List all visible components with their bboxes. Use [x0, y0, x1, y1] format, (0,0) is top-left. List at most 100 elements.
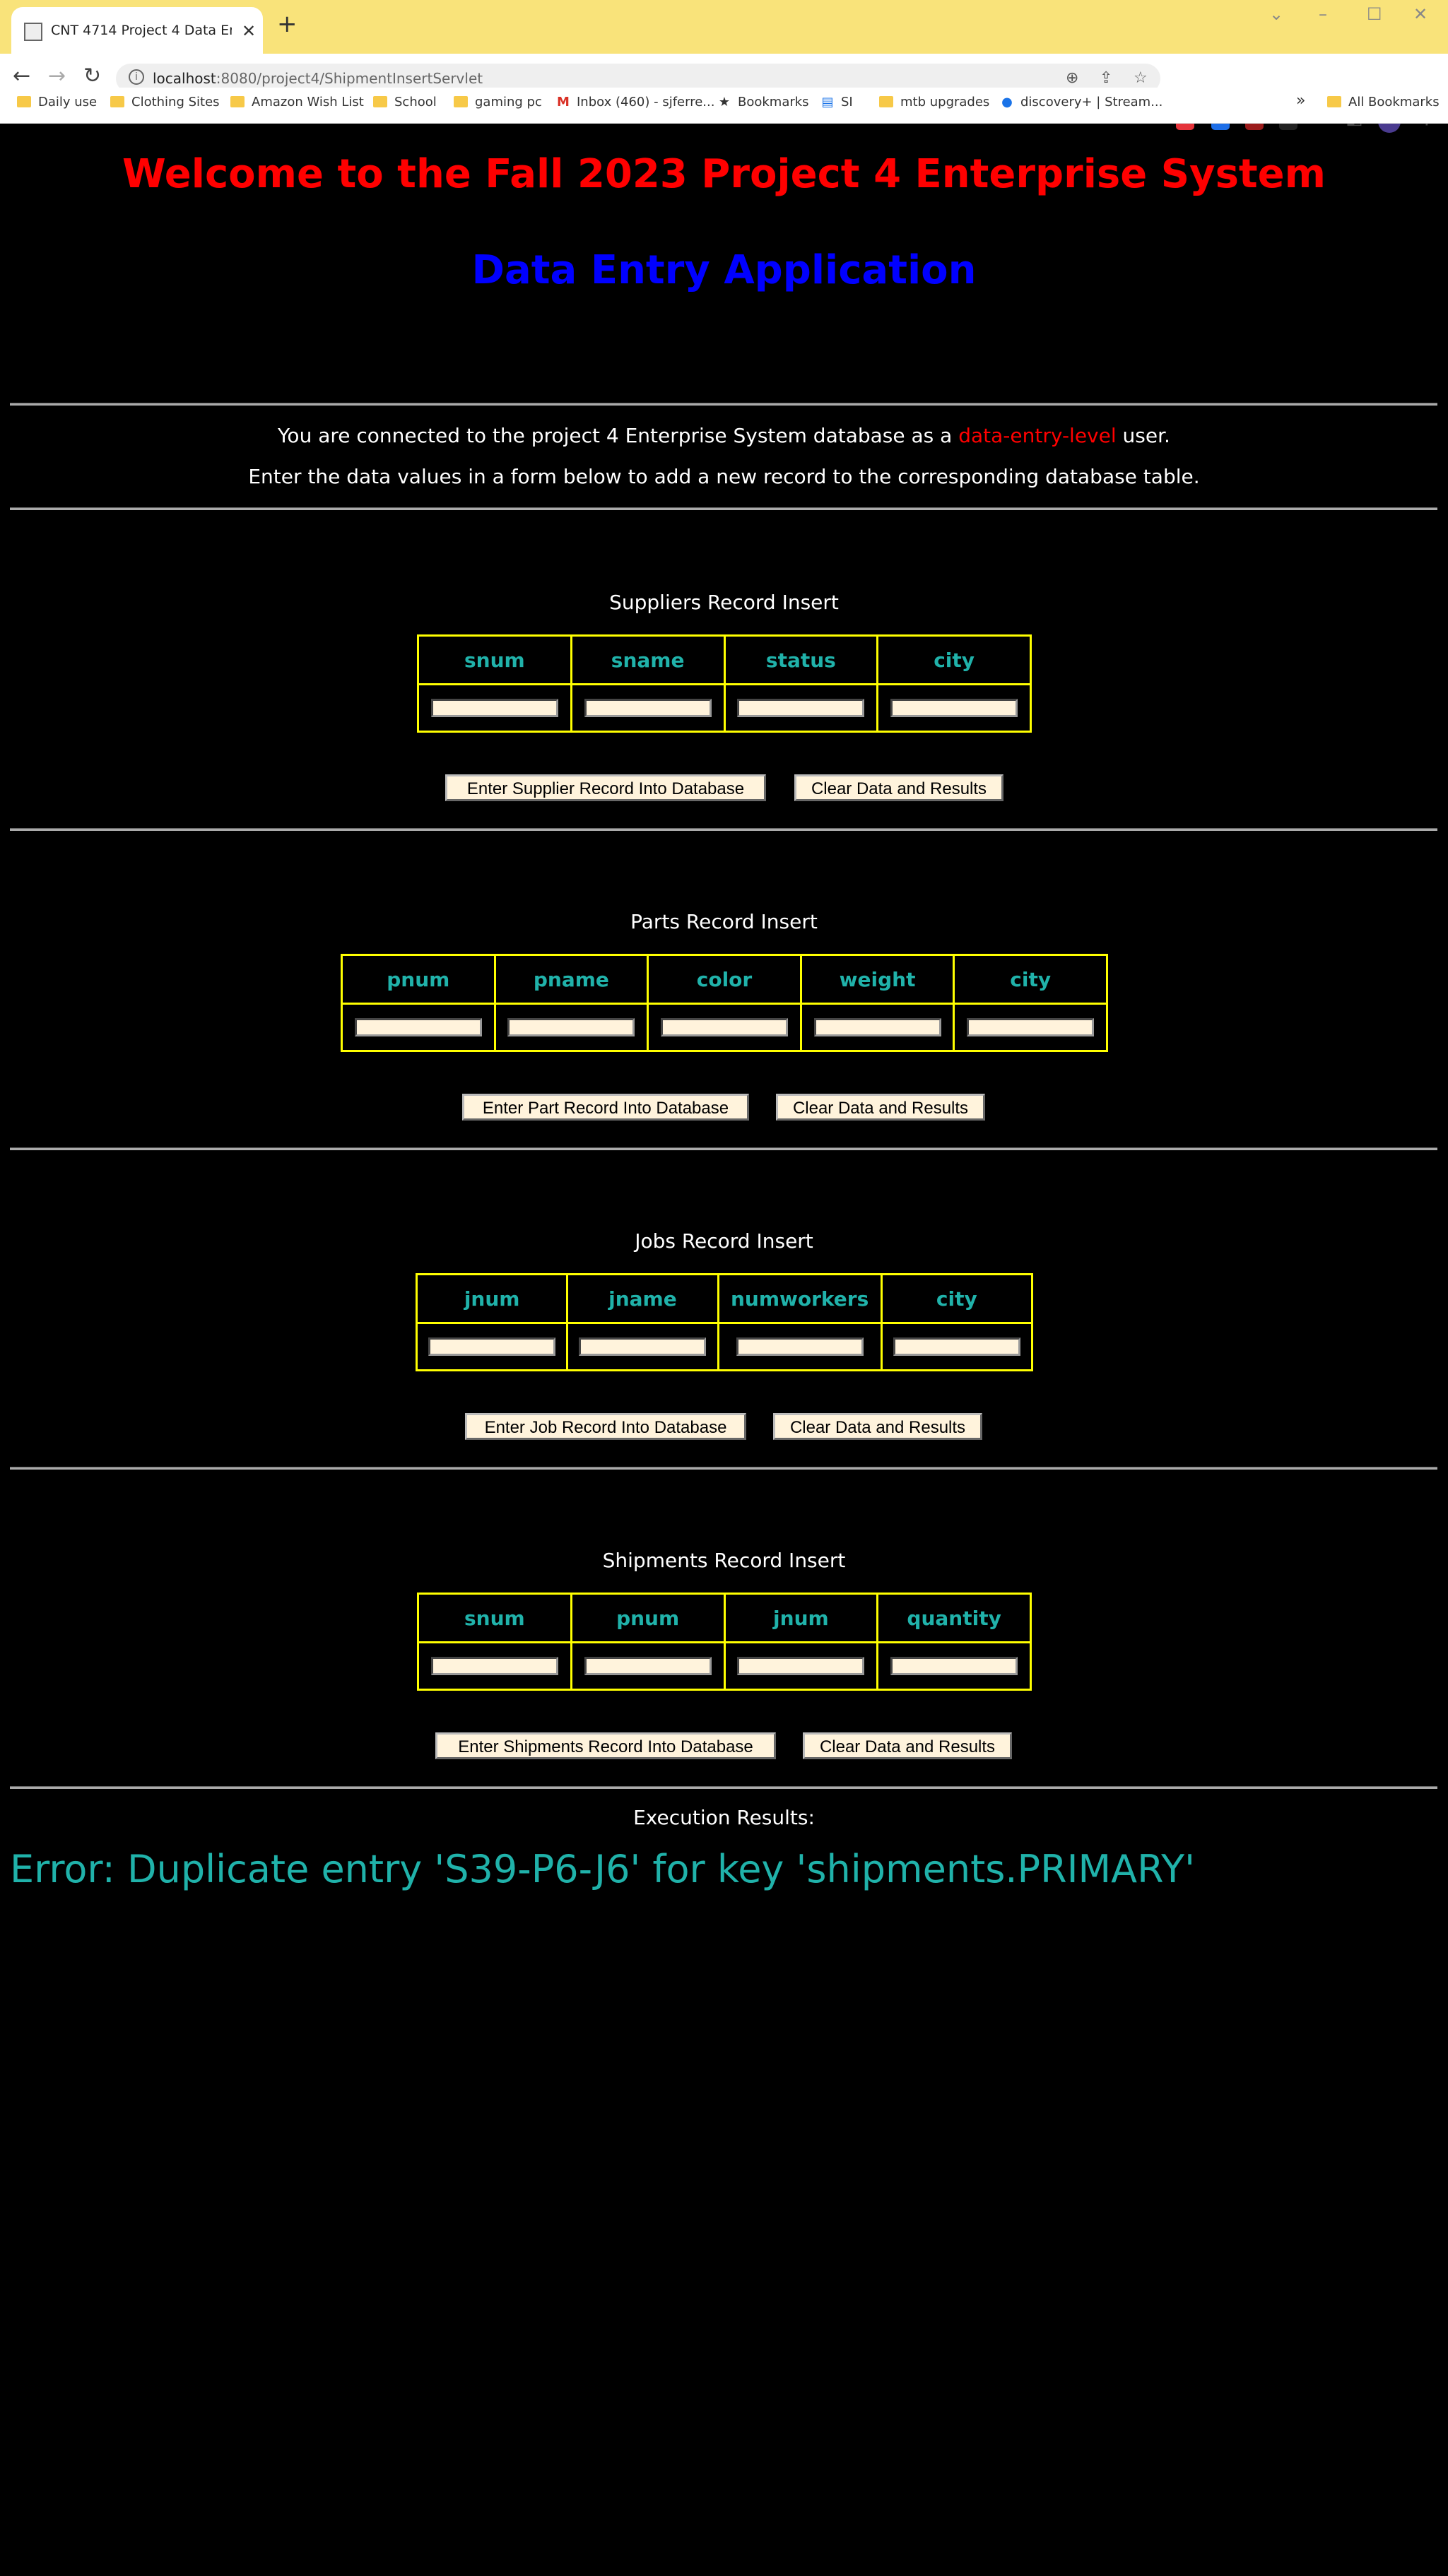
instructions: Enter the data values in a form below to… — [248, 465, 1200, 488]
site-info-icon[interactable]: i — [129, 69, 144, 85]
bookmark-label: All Bookmarks — [1348, 95, 1440, 110]
column-header-status: status — [723, 634, 879, 685]
part-pname-input[interactable] — [507, 1018, 635, 1036]
bookmark-label: School — [394, 95, 437, 110]
bookmark-star-icon[interactable]: ☆ — [1134, 69, 1148, 87]
reload-icon[interactable]: ↻ — [83, 64, 101, 88]
column-header-color: color — [647, 954, 802, 1005]
column-header-snum: snum — [417, 634, 572, 685]
column-header-city: city — [880, 1273, 1034, 1324]
tab-search-chevron-icon[interactable]: ⌄ — [1269, 4, 1283, 24]
input-cell — [647, 1003, 802, 1052]
divider — [10, 1147, 1437, 1150]
input-cell — [415, 1322, 569, 1371]
bookmark-label: Amazon Wish List — [252, 95, 364, 110]
connection-text: You are connected to the project 4 Enter… — [278, 424, 959, 447]
url-path: :8080/project4/ShipmentInsertServlet — [216, 70, 483, 87]
back-icon[interactable]: ← — [13, 64, 30, 88]
jobs-form-table: jnum jname numworkers city — [415, 1273, 1034, 1371]
column-header-pname: pname — [493, 954, 649, 1005]
shipment-snum-input[interactable] — [430, 1657, 558, 1675]
input-cell — [723, 683, 879, 733]
clear-jobs-button[interactable]: Clear Data and Results — [773, 1413, 982, 1440]
bookmark-label: Daily use — [38, 95, 98, 110]
url-text: localhost:8080/project4/ShipmentInsertSe… — [153, 70, 483, 87]
job-numworkers-input[interactable] — [736, 1337, 864, 1356]
page-content: Welcome to the Fall 2023 Project 4 Enter… — [0, 123, 1448, 2576]
connection-suffix: user. — [1116, 424, 1170, 447]
new-tab-button[interactable]: + — [277, 10, 298, 38]
bookmark-label: gaming pc — [475, 95, 542, 110]
bookmark-mtb-upgrades[interactable]: mtb upgrades — [879, 95, 989, 110]
input-cell — [341, 1003, 496, 1052]
zoom-icon[interactable]: ⊕ — [1066, 69, 1078, 87]
minimize-icon[interactable]: – — [1319, 4, 1327, 24]
column-header-jnum: jnum — [723, 1593, 879, 1643]
supplier-sname-input[interactable] — [584, 699, 712, 717]
job-jnum-input[interactable] — [428, 1337, 556, 1356]
bookmark-bookmarks[interactable]: ★ Bookmarks — [717, 95, 809, 110]
bookmark-school[interactable]: School — [373, 95, 437, 110]
column-header-pnum: pnum — [570, 1593, 726, 1643]
supplier-status-input[interactable] — [737, 699, 865, 717]
column-header-pnum: pnum — [341, 954, 496, 1005]
part-color-input[interactable] — [660, 1018, 788, 1036]
star-icon: ★ — [718, 95, 731, 110]
divider — [10, 1467, 1437, 1470]
clear-shipments-button[interactable]: Clear Data and Results — [803, 1732, 1012, 1759]
input-cell — [880, 1322, 1034, 1371]
bookmark-discovery[interactable]: ● discovery+ | Stream... — [999, 95, 1162, 110]
bookmark-gmail-inbox[interactable]: M Inbox (460) - sjferre... — [555, 95, 714, 110]
part-weight-input[interactable] — [813, 1018, 941, 1036]
bookmark-clothing-sites[interactable]: Clothing Sites — [110, 95, 220, 110]
job-jname-input[interactable] — [579, 1337, 707, 1356]
window-close-icon[interactable]: ✕ — [1413, 4, 1428, 24]
bookmark-label: SI — [841, 95, 853, 110]
column-header-numworkers: numworkers — [717, 1273, 883, 1324]
column-header-jname: jname — [566, 1273, 719, 1324]
job-city-input[interactable] — [893, 1337, 1020, 1356]
part-city-input[interactable] — [967, 1018, 1095, 1036]
bookmark-label: Inbox (460) - sjferre... — [577, 95, 715, 110]
all-bookmarks[interactable]: All Bookmarks — [1327, 95, 1440, 110]
discovery-icon: ● — [1001, 95, 1013, 110]
bookmark-si[interactable]: ▤ SI — [820, 95, 853, 110]
input-cell — [417, 1641, 572, 1691]
column-header-quantity: quantity — [876, 1593, 1032, 1643]
enter-part-button[interactable]: Enter Part Record Into Database — [462, 1094, 749, 1121]
close-tab-icon[interactable]: ✕ — [242, 21, 256, 41]
share-icon[interactable]: ⇪ — [1100, 69, 1112, 87]
bookmark-gaming-pc[interactable]: gaming pc — [454, 95, 542, 110]
supplier-city-input[interactable] — [890, 699, 1018, 717]
shipment-quantity-input[interactable] — [890, 1657, 1018, 1675]
enter-shipment-button[interactable]: Enter Shipments Record Into Database — [435, 1732, 776, 1759]
column-header-jnum: jnum — [415, 1273, 569, 1324]
execution-results-title: Execution Results: — [633, 1806, 815, 1829]
bookmarks-overflow-icon[interactable]: » — [1296, 92, 1305, 110]
enter-supplier-button[interactable]: Enter Supplier Record Into Database — [445, 774, 766, 801]
bookmark-amazon-wish-list[interactable]: Amazon Wish List — [230, 95, 364, 110]
suppliers-title: Suppliers Record Insert — [609, 591, 839, 614]
folder-icon — [110, 96, 124, 107]
bookmark-label: mtb upgrades — [900, 95, 990, 110]
column-header-snum: snum — [417, 1593, 572, 1643]
jobs-title: Jobs Record Insert — [635, 1229, 813, 1253]
divider — [10, 507, 1437, 510]
bookmark-daily-use[interactable]: Daily use — [17, 95, 97, 110]
clear-parts-button[interactable]: Clear Data and Results — [776, 1094, 985, 1121]
browser-tab[interactable]: CNT 4714 Project 4 Data Entry Ho ✕ — [11, 7, 263, 54]
shipment-pnum-input[interactable] — [584, 1657, 712, 1675]
part-pnum-input[interactable] — [354, 1018, 482, 1036]
folder-icon — [373, 96, 387, 107]
clear-suppliers-button[interactable]: Clear Data and Results — [794, 774, 1003, 801]
supplier-snum-input[interactable] — [430, 699, 558, 717]
docs-icon: ▤ — [821, 95, 834, 110]
tab-title: CNT 4714 Project 4 Data Entry Ho — [51, 23, 232, 38]
shipment-jnum-input[interactable] — [737, 1657, 865, 1675]
maximize-icon[interactable]: ☐ — [1367, 4, 1382, 24]
folder-icon — [1327, 96, 1341, 107]
enter-job-button[interactable]: Enter Job Record Into Database — [465, 1413, 746, 1440]
forward-icon[interactable]: → — [48, 64, 66, 88]
tab-strip: CNT 4714 Project 4 Data Entry Ho ✕ + ⌄ –… — [0, 0, 1448, 54]
bookmark-label: discovery+ | Stream... — [1020, 95, 1163, 110]
